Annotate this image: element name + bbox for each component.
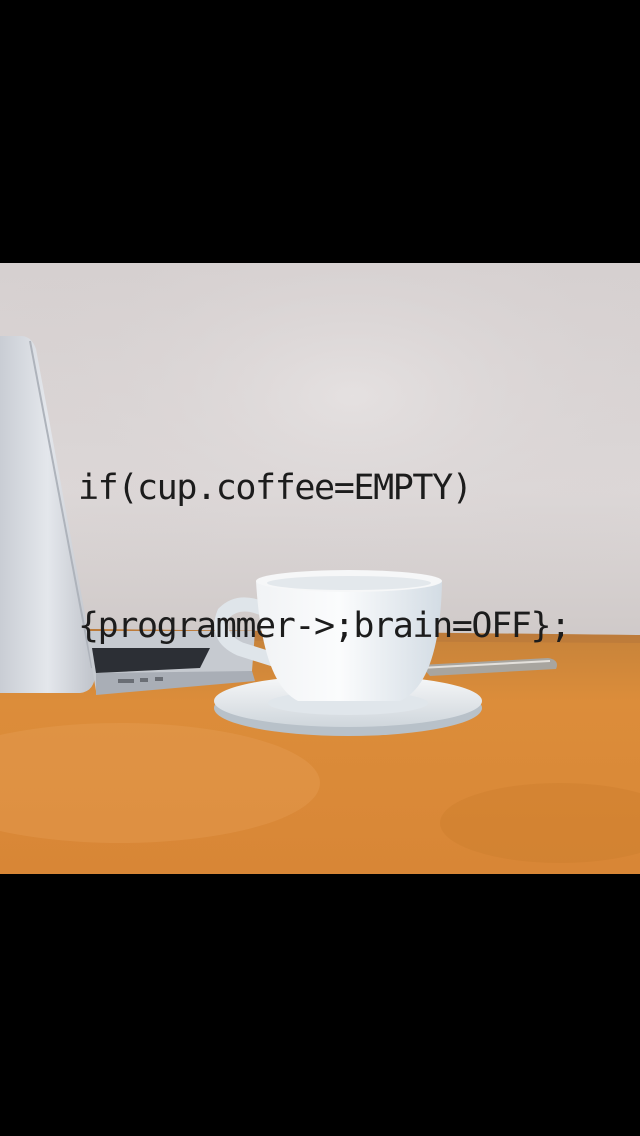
coffee-photo: if(cup.coffee=EMPTY) {programmer->;brain…: [0, 263, 640, 874]
code-line-1: if(cup.coffee=EMPTY): [78, 468, 473, 508]
code-line-2: {programmer->;brain=OFF};: [78, 606, 571, 646]
image-viewer: if(cup.coffee=EMPTY) {programmer->;brain…: [0, 0, 640, 1136]
code-caption: if(cup.coffee=EMPTY) {programmer->;brain…: [78, 373, 571, 741]
